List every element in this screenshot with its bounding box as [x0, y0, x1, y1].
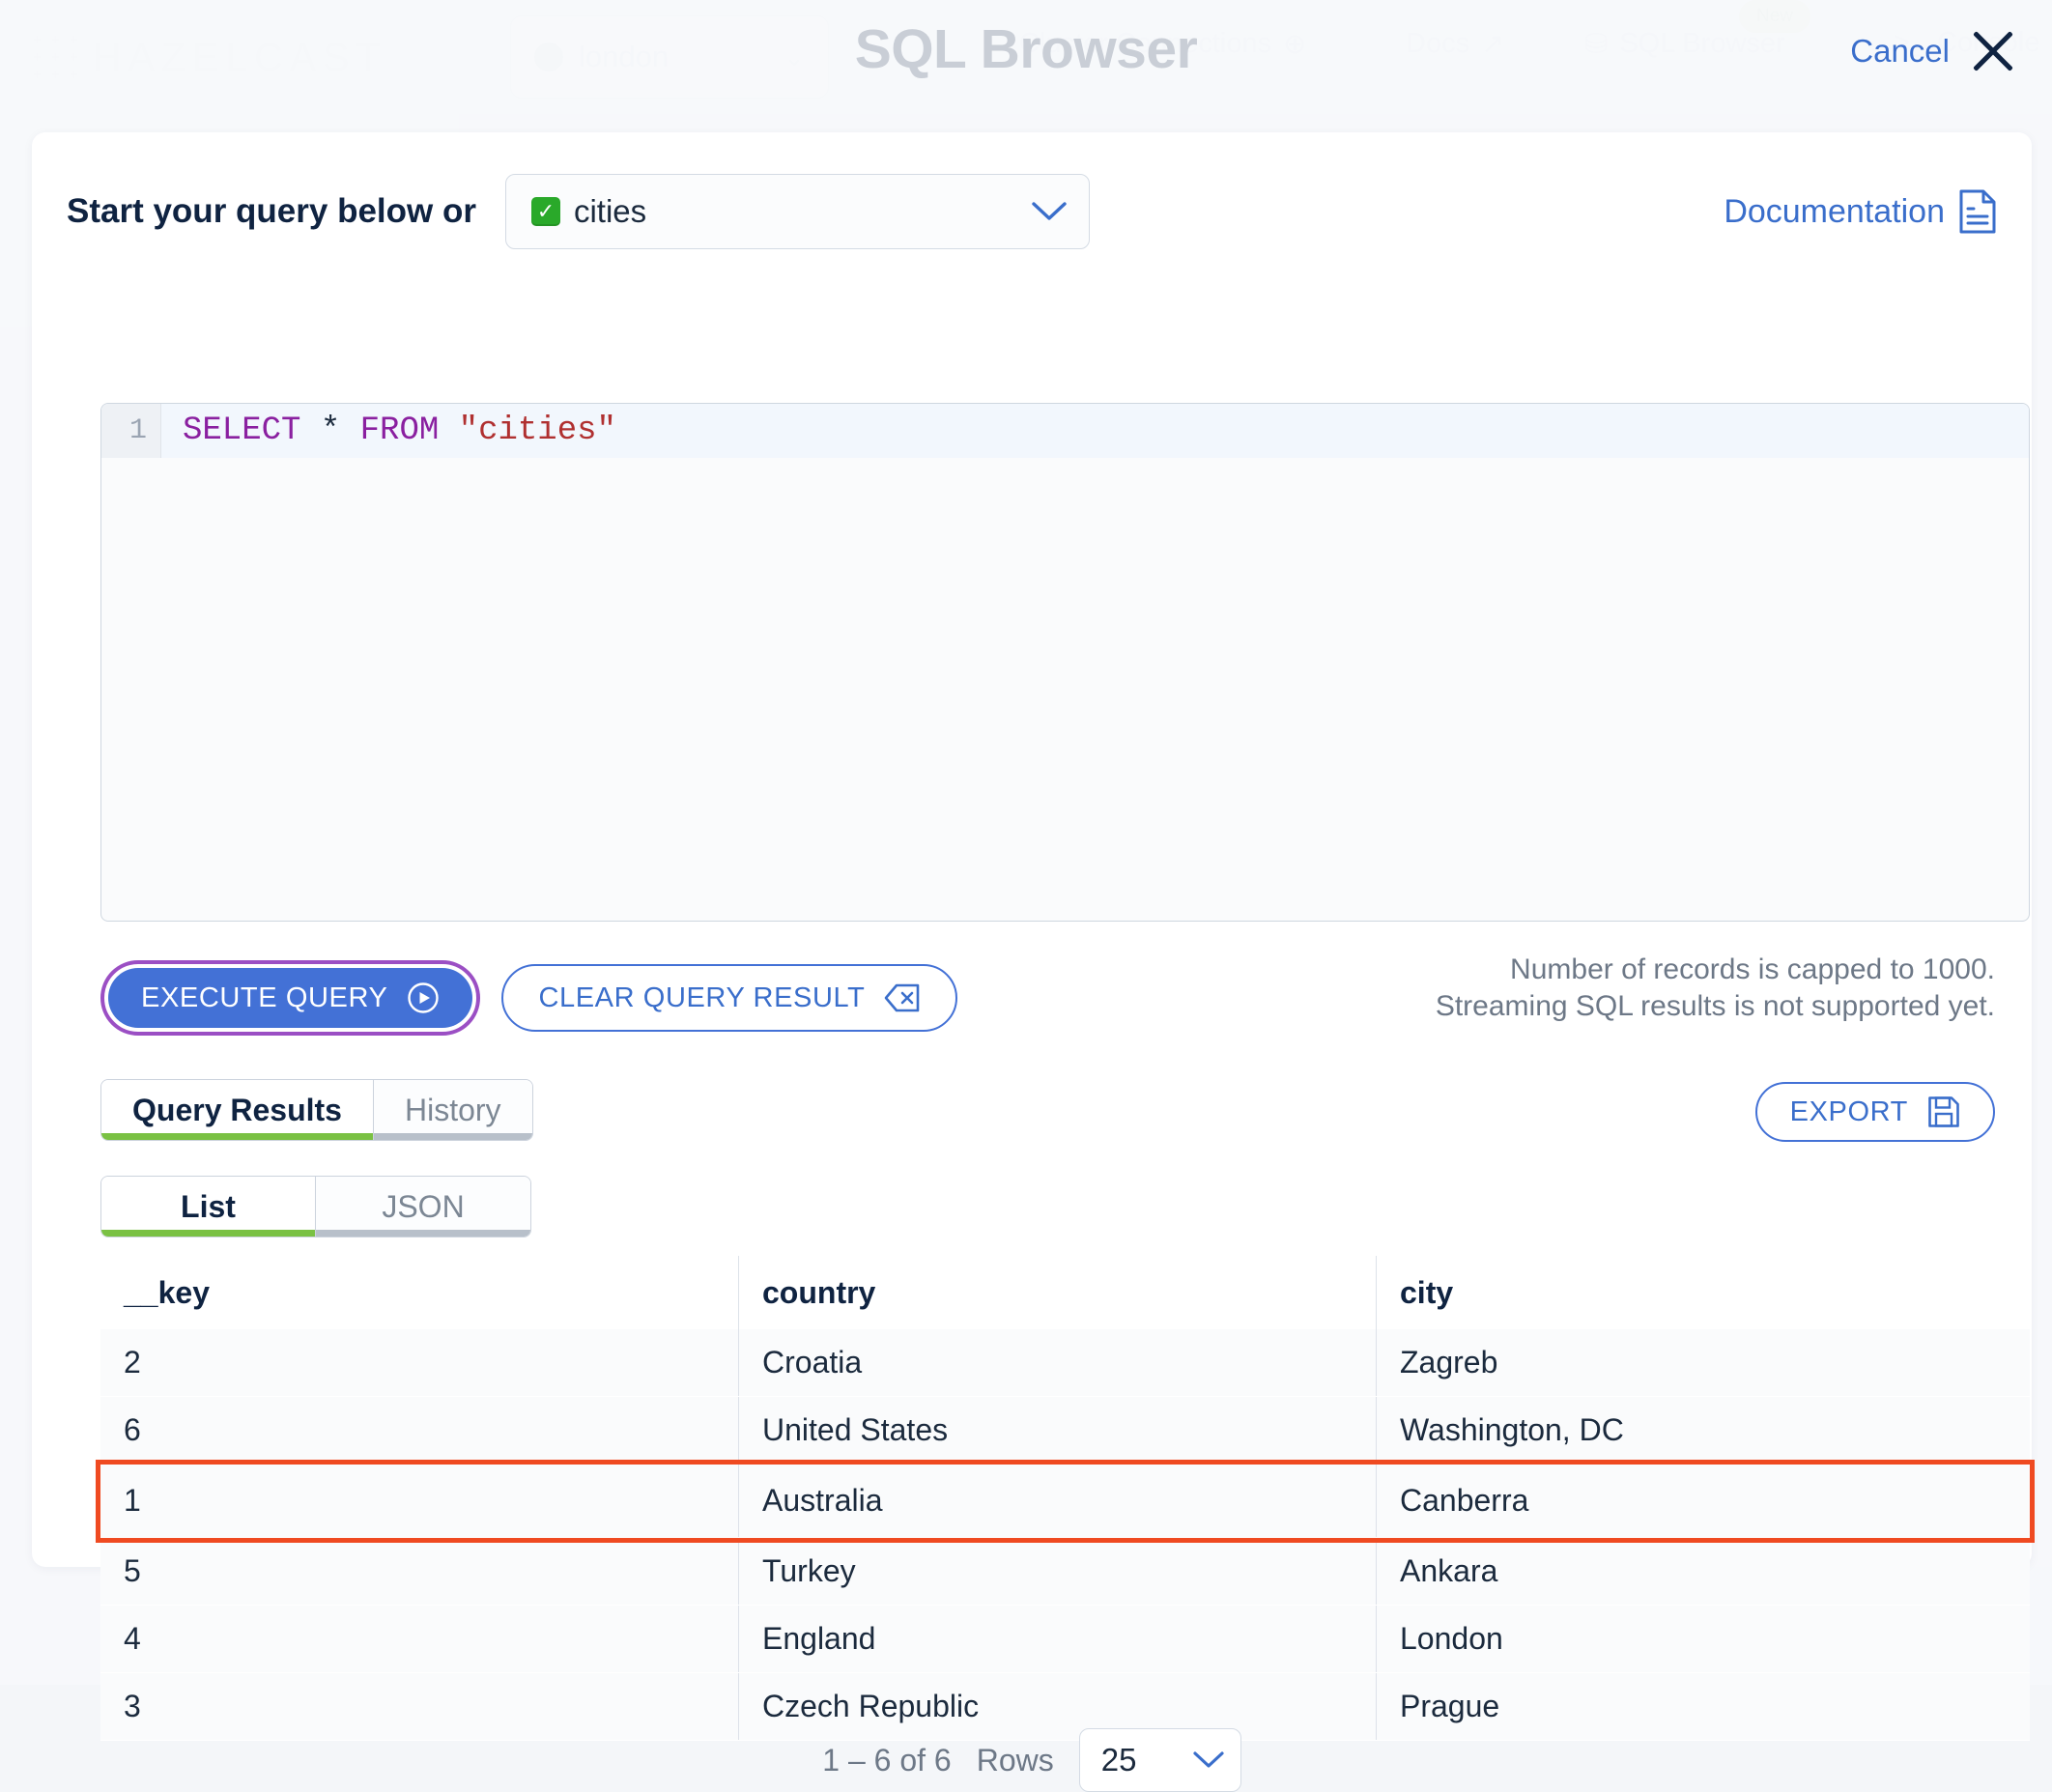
table-row-highlighted[interactable]: 1 Australia Canberra — [100, 1465, 2030, 1538]
execute-query-button[interactable]: EXECUTE QUERY — [108, 968, 472, 1028]
sql-editor[interactable]: 1 SELECT * FROM "cities" — [100, 403, 2030, 922]
clear-query-result-button[interactable]: CLEAR QUERY RESULT — [501, 964, 957, 1032]
cell-key: 6 — [100, 1397, 738, 1464]
pagination-range: 1 – 6 of 6 — [822, 1743, 951, 1778]
toggle-active-indicator — [101, 1230, 315, 1237]
map-select-value: cities — [574, 193, 646, 230]
export-button[interactable]: EXPORT — [1755, 1082, 1995, 1142]
cell-city: Ankara — [1376, 1538, 2030, 1605]
toggle-label: List — [181, 1189, 236, 1225]
tab-inactive-indicator — [374, 1133, 532, 1140]
cell-country: United States — [738, 1397, 1376, 1464]
green-check-icon: ✓ — [531, 197, 560, 226]
cell-country: Australia — [738, 1465, 1376, 1537]
backspace-icon — [884, 983, 921, 1012]
cell-city: Washington, DC — [1376, 1397, 2030, 1464]
modal-close-group[interactable]: Cancel — [1850, 29, 2015, 73]
rows-per-page-label: Rows — [977, 1743, 1054, 1778]
column-header-country[interactable]: country — [738, 1256, 1376, 1329]
query-actions: EXECUTE QUERY CLEAR QUERY RESULT — [100, 960, 957, 1036]
pagination-bar: 1 – 6 of 6 Rows 25 — [32, 1728, 2032, 1792]
table-header-row: __key country city — [100, 1256, 2030, 1329]
tab-query-results[interactable]: Query Results — [101, 1080, 374, 1140]
sql-token-keyword: FROM — [360, 412, 440, 449]
cell-city: Zagreb — [1376, 1329, 2030, 1396]
tab-label: Query Results — [132, 1093, 342, 1128]
table-row[interactable]: 5 Turkey Ankara — [100, 1538, 2030, 1606]
column-header-key[interactable]: __key — [100, 1256, 738, 1329]
sql-token-string: "cities" — [459, 412, 616, 449]
editor-line-number: 1 — [101, 404, 161, 458]
table-body: 2 Croatia Zagreb 6 United States Washing… — [100, 1329, 2030, 1741]
cell-country: Turkey — [738, 1538, 1376, 1605]
play-circle-icon — [407, 981, 440, 1014]
chevron-down-icon — [1192, 1749, 1225, 1771]
sql-token-keyword: SELECT — [183, 412, 300, 449]
cell-key: 4 — [100, 1606, 738, 1672]
results-tabs: Query Results History — [100, 1079, 533, 1141]
editor-code[interactable]: SELECT * FROM "cities" — [161, 412, 616, 449]
documentation-label: Documentation — [1724, 193, 1945, 231]
cell-city: Canberra — [1376, 1465, 2030, 1537]
cell-country: England — [738, 1606, 1376, 1672]
toggle-label: JSON — [382, 1189, 464, 1225]
document-icon — [1958, 189, 1997, 234]
toggle-list[interactable]: List — [101, 1177, 316, 1237]
table-row[interactable]: 4 England London — [100, 1606, 2030, 1673]
clear-query-result-label: CLEAR QUERY RESULT — [538, 982, 865, 1014]
records-cap-line-1: Number of records is capped to 1000. — [1319, 952, 1995, 988]
execute-query-label: EXECUTE QUERY — [141, 982, 387, 1014]
cell-country: Croatia — [738, 1329, 1376, 1396]
cancel-button[interactable]: Cancel — [1850, 33, 1950, 70]
chevron-down-icon — [1031, 200, 1068, 223]
tab-active-indicator — [101, 1133, 373, 1140]
close-icon[interactable] — [1971, 29, 2015, 73]
export-label: EXPORT — [1790, 1096, 1908, 1128]
cell-key: 1 — [100, 1465, 738, 1537]
sql-token-operator: * — [300, 412, 359, 449]
results-table: __key country city 2 Croatia Zagreb 6 Un… — [100, 1256, 2030, 1741]
records-cap-notice: Number of records is capped to 1000. Str… — [1319, 952, 1995, 1026]
tab-label: History — [405, 1093, 501, 1128]
column-header-city[interactable]: city — [1376, 1256, 2030, 1329]
cell-key: 5 — [100, 1538, 738, 1605]
rows-per-page-select[interactable]: 25 — [1079, 1728, 1241, 1792]
query-header-row: Start your query below or ✓ cities Docum… — [67, 173, 1997, 250]
tab-history[interactable]: History — [374, 1080, 532, 1140]
sql-browser-panel: Start your query below or ✓ cities Docum… — [32, 132, 2032, 1567]
table-row[interactable]: 2 Croatia Zagreb — [100, 1329, 2030, 1397]
save-icon — [1927, 1095, 1960, 1128]
toggle-inactive-indicator — [316, 1230, 530, 1237]
documentation-link[interactable]: Documentation — [1724, 189, 1997, 234]
query-prompt-label: Start your query below or — [67, 192, 476, 231]
execute-query-focus-ring: EXECUTE QUERY — [100, 960, 480, 1036]
cell-key: 2 — [100, 1329, 738, 1396]
rows-per-page-value: 25 — [1101, 1742, 1137, 1778]
cell-city: London — [1376, 1606, 2030, 1672]
view-toggle: List JSON — [100, 1176, 531, 1237]
records-cap-line-2: Streaming SQL results is not supported y… — [1319, 988, 1995, 1025]
editor-line-1: 1 SELECT * FROM "cities" — [101, 404, 2029, 458]
map-select[interactable]: ✓ cities — [505, 174, 1090, 249]
table-row[interactable]: 6 United States Washington, DC — [100, 1397, 2030, 1465]
sql-token-space — [439, 412, 458, 449]
toggle-json[interactable]: JSON — [316, 1177, 530, 1237]
